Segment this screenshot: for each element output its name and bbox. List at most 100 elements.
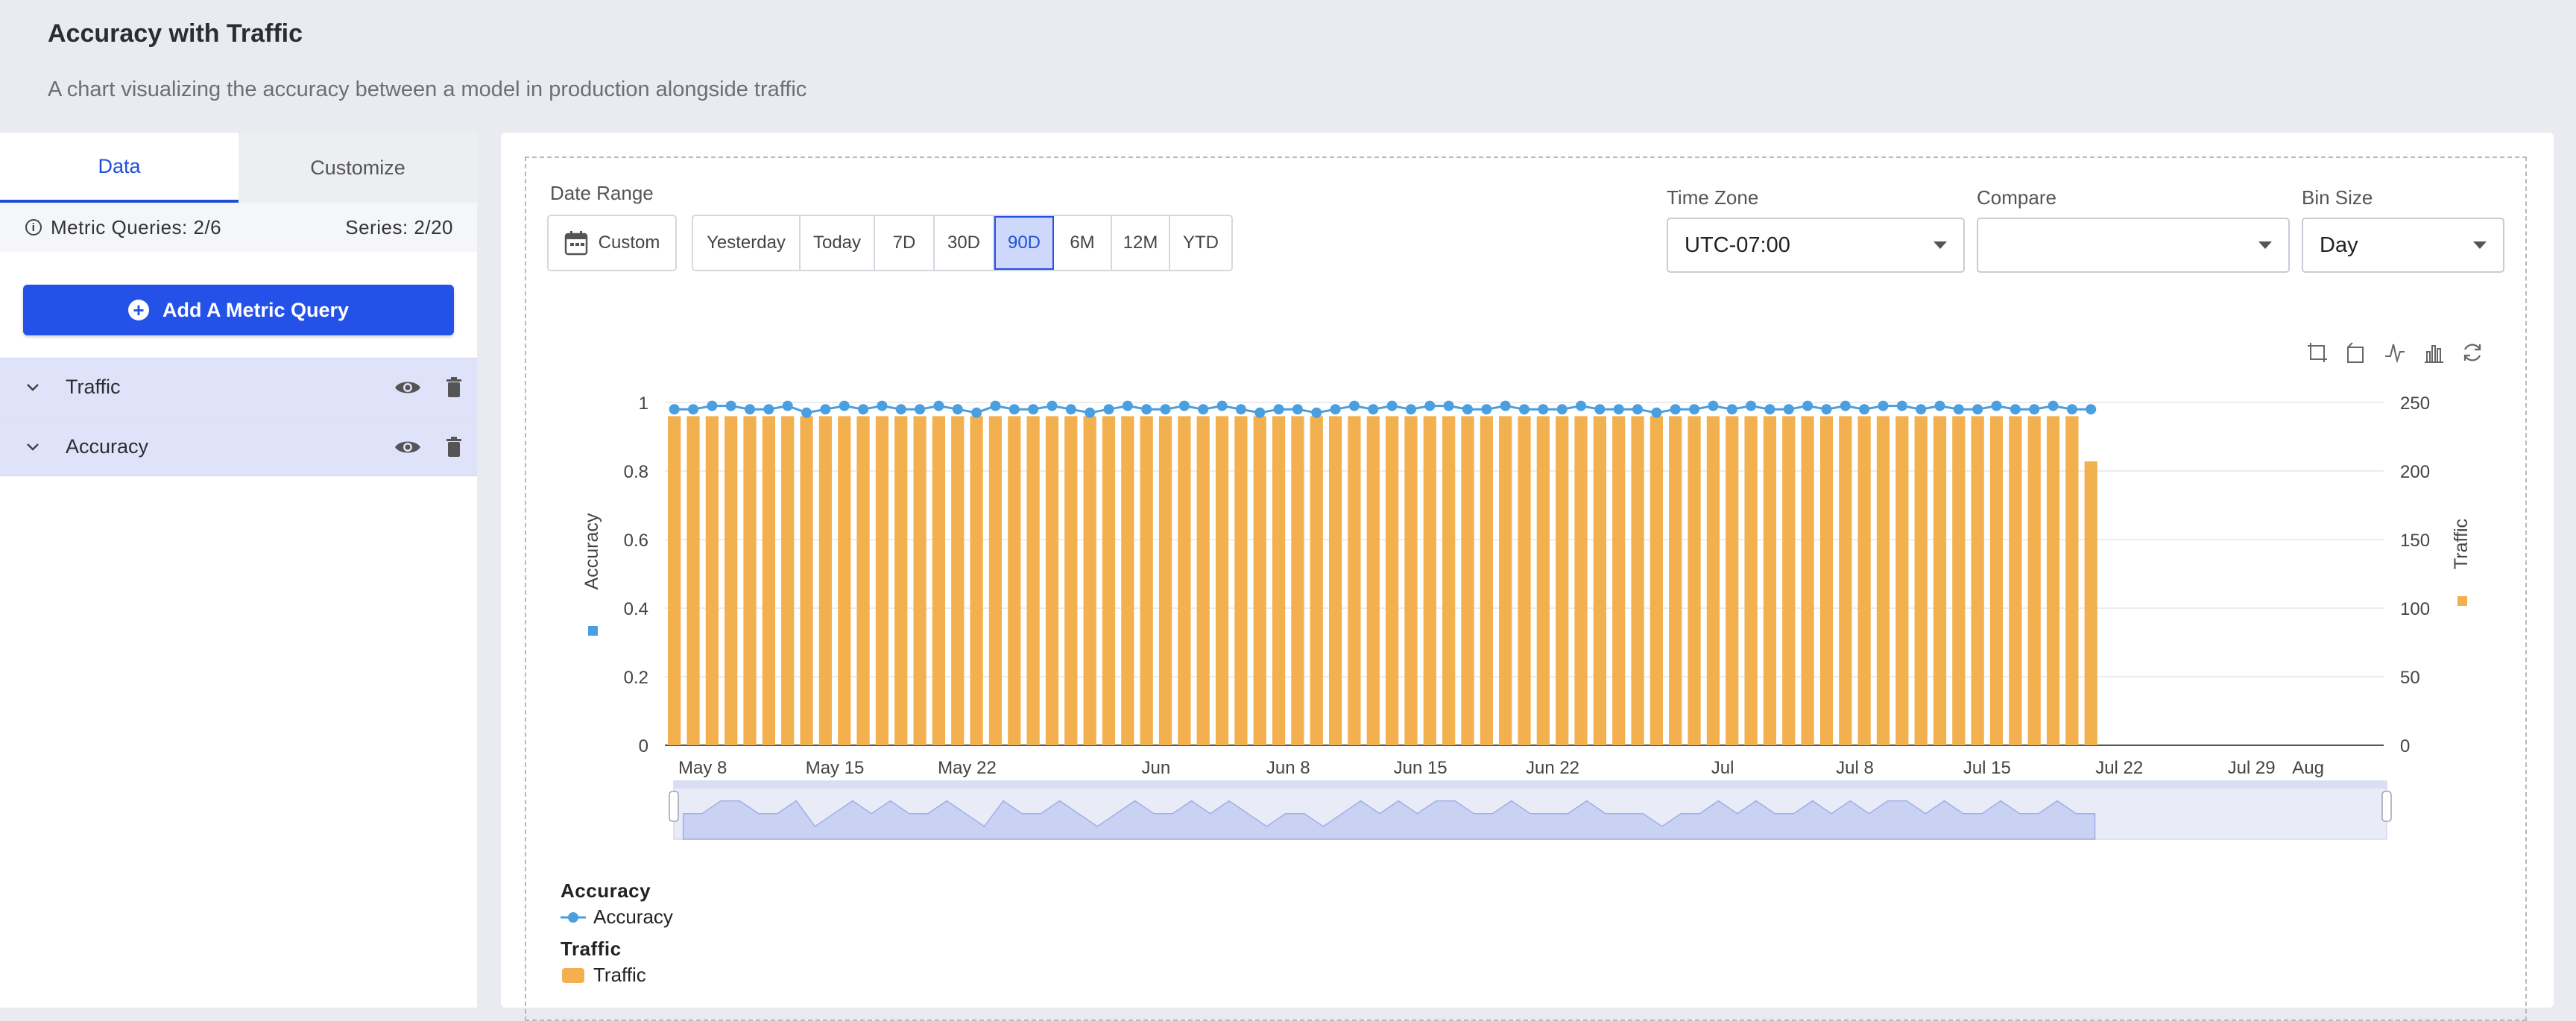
zoom-slider-handle-left [669,791,679,822]
line-marker-icon [561,911,586,923]
zoom-slider-preview [682,800,2096,840]
traffic-bar [1045,416,1059,745]
legend-item-label: Accuracy [593,905,673,928]
traffic-bar [1744,416,1758,745]
accuracy-point [1424,400,1436,411]
accuracy-point [1538,404,1549,415]
traffic-bar [1688,416,1701,745]
chart-legend: Accuracy Accuracy Traffic Traffic [561,879,673,987]
accuracy-point [1764,404,1775,415]
traffic-bar [705,416,719,745]
accuracy-point [1443,400,1454,411]
right-tick-label: 250 [2400,393,2430,414]
accuracy-point [707,400,718,411]
traffic-bar [762,416,775,745]
traffic-bar [1593,416,1606,745]
traffic-bar [1782,416,1796,745]
trash-icon[interactable] [431,436,477,458]
accuracy-point [1386,400,1398,411]
left-tick-label: 0.8 [624,462,648,482]
traffic-bar [1234,416,1248,745]
traffic-bar [1857,416,1871,745]
accuracy-point [1178,400,1190,411]
traffic-bar [1839,416,1852,745]
traffic-bar [1253,416,1266,745]
traffic-bar [1423,416,1436,745]
traffic-bar [2046,416,2060,745]
right-axis-title: Traffic [2451,519,2472,569]
eye-icon[interactable] [385,437,431,457]
traffic-bar [1348,416,1361,745]
traffic-bar [2084,461,2097,745]
traffic-bar [970,416,983,745]
traffic-bar [1328,416,1342,745]
accuracy-point [1046,400,1058,411]
traffic-bar [1272,416,1286,745]
eye-icon[interactable] [385,378,431,397]
traffic-bar [1140,416,1153,745]
accuracy-point [1198,404,1209,415]
legend-item-traffic[interactable]: Traffic [561,964,673,987]
right-tick-label: 0 [2400,736,2410,756]
accuracy-point [1821,404,1832,415]
query-item-accuracy[interactable]: Accuracy [0,417,477,476]
traffic-bar [668,416,681,745]
traffic-bar [1556,416,1569,745]
traffic-bar [686,416,700,745]
traffic-bar [1631,416,1644,745]
chevron-down-icon[interactable] [0,442,66,452]
x-tick-label: May 15 [806,758,865,778]
metric-queries-count: Metric Queries: 2/6 [51,215,222,238]
accuracy-point [1216,400,1228,411]
add-metric-query-button[interactable]: + Add A Metric Query [23,285,454,335]
chart-panel: Date Range Custom Yesterday Today 7D 30D… [501,133,2554,1021]
accuracy-point [877,400,888,411]
accuracy-point [763,404,774,415]
traffic-bar [932,416,946,745]
accuracy-point [1746,400,1757,411]
trash-icon[interactable] [431,376,477,398]
traffic-bar [1952,416,1966,745]
x-tick-label: Jul 15 [1963,758,2011,778]
traffic-bar [1650,416,1664,745]
traffic-bar [1461,416,1474,745]
traffic-bar [1706,416,1720,745]
accuracy-point [1859,404,1870,415]
accuracy-point [1405,404,1416,415]
accuracy-point [1122,400,1133,411]
accuracy-point [915,404,926,415]
traffic-bar [1196,416,1210,745]
accuracy-point [1613,404,1624,415]
x-tick-label: Jul 22 [2095,758,2143,778]
tab-customize[interactable]: Customize [239,133,477,203]
query-item-traffic[interactable]: Traffic [0,358,477,417]
accuracy-point [1916,404,1927,415]
accuracy-point [1651,407,1662,418]
tab-data[interactable]: Data [0,133,239,203]
accuracy-point [1462,404,1473,415]
traffic-bar [1876,416,1890,745]
legend-group-accuracy: Accuracy [561,879,651,902]
traffic-bar [800,416,813,745]
add-metric-query-label: Add A Metric Query [162,298,350,321]
query-panel: Data Customize i Metric Queries: 2/6 Ser… [0,133,477,1008]
traffic-bar [1895,416,1909,745]
info-icon: i [25,219,42,236]
right-axis-marker [2457,596,2467,606]
x-tick-label: May 22 [938,758,997,778]
page-title: Accuracy with Traffic [48,19,303,48]
traffic-bar [1480,416,1493,745]
traffic-bar [1574,416,1588,745]
accuracy-point [1065,404,1076,415]
zoom-slider-handle-right [2381,791,2392,822]
legend-item-accuracy[interactable]: Accuracy [561,905,673,929]
accuracy-point [1348,400,1360,411]
accuracy-point [1028,404,1039,415]
chevron-down-icon[interactable] [0,382,66,393]
accuracy-point [745,404,756,415]
bar-marker-icon [562,967,584,983]
traffic-bar [1291,416,1304,745]
traffic-bar [1536,416,1550,745]
accuracy-point [2029,404,2040,415]
traffic-bar [1612,416,1626,745]
